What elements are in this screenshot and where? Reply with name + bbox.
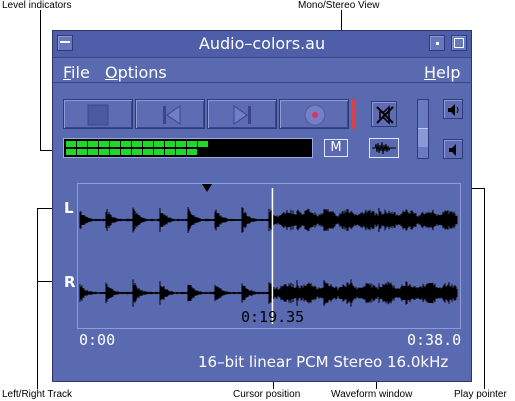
menu-file[interactable]: File <box>63 63 90 82</box>
menu-help-mnemonic: H <box>424 63 437 82</box>
level-segment <box>198 141 208 147</box>
speaker-loud-icon <box>448 104 459 116</box>
level-segment <box>66 141 76 147</box>
cursor-time-readout: 0:19.35 <box>241 308 305 326</box>
waveform-view-button[interactable] <box>369 138 399 158</box>
record-button[interactable] <box>279 99 349 129</box>
menu-file-mnemonic: F <box>63 63 72 82</box>
level-segment <box>88 141 98 147</box>
mono-stereo-view-button[interactable]: M <box>324 139 348 157</box>
mute-icon <box>376 105 394 125</box>
audio-tool-window: Audio–colors.au File Options Help M L R … <box>52 30 472 382</box>
level-indicator-meter <box>63 138 313 158</box>
callout-cursor-position: Cursor position <box>233 389 301 400</box>
menu-help[interactable]: Help <box>424 63 460 82</box>
level-segment <box>132 149 142 155</box>
callout-left-right-track: Left/Right Track <box>2 389 73 400</box>
menu-options-rest: ptions <box>117 63 167 82</box>
window-title: Audio–colors.au <box>198 34 326 53</box>
callout-play-pointer: Play pointer <box>454 389 507 400</box>
level-segment <box>66 149 76 155</box>
record-level-indicator <box>351 99 355 129</box>
level-segment <box>88 149 98 155</box>
level-segment <box>77 141 87 147</box>
volume-slider[interactable] <box>417 99 429 159</box>
menu-help-rest: elp <box>436 63 461 82</box>
right-track-label: R <box>64 273 76 291</box>
level-segment <box>176 141 186 147</box>
maximize-button[interactable] <box>451 35 467 51</box>
callout-waveform-window: Waveform window <box>331 389 413 400</box>
audio-format-label: 16–bit linear PCM Stereo 16.0kHz <box>198 353 449 371</box>
menu-options[interactable]: Options <box>105 63 167 82</box>
next-button[interactable] <box>207 99 277 129</box>
level-segment <box>99 141 109 147</box>
previous-button[interactable] <box>135 99 205 129</box>
waveform-view-icon <box>372 141 396 155</box>
level-segment <box>154 141 164 147</box>
left-track-waveform <box>79 207 458 233</box>
level-segment <box>110 149 120 155</box>
volume-down-button[interactable] <box>443 139 463 159</box>
level-segment <box>154 149 164 155</box>
level-segment <box>143 141 153 147</box>
level-segment <box>110 141 120 147</box>
title-bar[interactable]: Audio–colors.au <box>53 31 471 58</box>
level-segment <box>121 149 131 155</box>
callout-mono-stereo-view: Mono/Stereo View <box>298 0 380 11</box>
level-segment <box>143 149 153 155</box>
menu-file-rest: ile <box>71 63 90 82</box>
callout-line-lr-v <box>37 208 38 389</box>
menu-bar: File Options Help <box>53 58 471 83</box>
speaker-soft-icon <box>449 144 456 156</box>
level-segment <box>99 149 109 155</box>
level-segment <box>176 149 186 155</box>
level-segment <box>121 141 131 147</box>
callout-level-indicators: Level indicators <box>2 0 72 11</box>
volume-slider-thumb[interactable] <box>418 128 428 147</box>
level-segment <box>165 141 175 147</box>
minimize-icon <box>436 42 439 45</box>
callout-line-level-v <box>40 10 41 150</box>
minimize-button[interactable] <box>429 35 445 51</box>
level-segment <box>77 149 87 155</box>
waveform-canvas[interactable] <box>78 184 460 328</box>
start-time-label: 0:00 <box>79 331 116 349</box>
previous-icon <box>163 105 181 125</box>
level-segment <box>132 141 142 147</box>
end-time-label: 0:38.0 <box>407 331 462 349</box>
play-pointer[interactable] <box>201 184 212 192</box>
next-icon <box>233 105 251 125</box>
maximize-icon <box>454 38 464 48</box>
right-track-waveform <box>79 279 458 307</box>
record-icon <box>304 104 326 126</box>
level-segment <box>187 141 197 147</box>
left-track-label: L <box>64 199 74 217</box>
level-segment <box>187 149 197 155</box>
stop-icon <box>87 104 109 126</box>
callout-line-play-v <box>484 188 485 389</box>
menu-options-mnemonic: O <box>105 63 118 82</box>
mute-button[interactable] <box>371 101 397 127</box>
stop-button[interactable] <box>63 99 133 129</box>
volume-up-button[interactable] <box>443 99 463 119</box>
level-segment <box>165 149 175 155</box>
